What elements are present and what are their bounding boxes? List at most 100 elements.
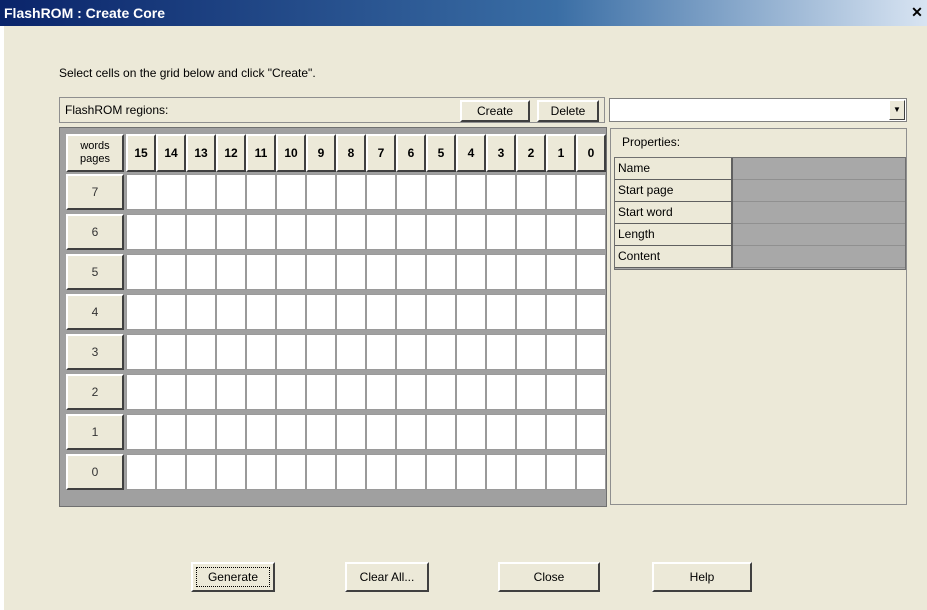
grid-cell[interactable] [426, 374, 456, 410]
property-value[interactable] [733, 158, 905, 180]
region-select[interactable]: ▼ [609, 98, 907, 122]
grid-cell[interactable] [426, 334, 456, 370]
grid-cell[interactable] [246, 454, 276, 490]
grid-cell[interactable] [576, 454, 606, 490]
grid-cell[interactable] [186, 294, 216, 330]
grid-cell[interactable] [516, 294, 546, 330]
grid-cell[interactable] [246, 294, 276, 330]
word-header-7[interactable]: 7 [366, 134, 396, 172]
property-value[interactable] [733, 202, 905, 224]
grid-cell[interactable] [276, 294, 306, 330]
page-row-button-5[interactable]: 5 [66, 254, 124, 290]
word-header-11[interactable]: 11 [246, 134, 276, 172]
grid-cell[interactable] [546, 214, 576, 250]
grid-cell[interactable] [546, 294, 576, 330]
word-header-13[interactable]: 13 [186, 134, 216, 172]
property-value[interactable] [733, 246, 905, 268]
close-button[interactable]: Close [498, 562, 600, 592]
grid-cell[interactable] [306, 374, 336, 410]
grid-cell[interactable] [336, 414, 366, 450]
grid-cell[interactable] [336, 454, 366, 490]
grid-cell[interactable] [516, 174, 546, 210]
grid-cell[interactable] [216, 334, 246, 370]
word-header-9[interactable]: 9 [306, 134, 336, 172]
grid-cell[interactable] [366, 174, 396, 210]
grid-cell[interactable] [336, 334, 366, 370]
grid-cell[interactable] [216, 214, 246, 250]
grid-cell[interactable] [456, 414, 486, 450]
grid-cell[interactable] [246, 174, 276, 210]
page-row-button-2[interactable]: 2 [66, 374, 124, 410]
property-value[interactable] [733, 224, 905, 246]
word-header-14[interactable]: 14 [156, 134, 186, 172]
grid-cell[interactable] [246, 374, 276, 410]
word-header-15[interactable]: 15 [126, 134, 156, 172]
grid-cell[interactable] [246, 414, 276, 450]
page-row-button-7[interactable]: 7 [66, 174, 124, 210]
grid-cell[interactable] [456, 294, 486, 330]
grid-cell[interactable] [306, 214, 336, 250]
grid-cell[interactable] [546, 374, 576, 410]
grid-cell[interactable] [576, 174, 606, 210]
grid-cell[interactable] [396, 214, 426, 250]
grid-cell[interactable] [366, 334, 396, 370]
grid-cell[interactable] [186, 374, 216, 410]
close-icon[interactable]: ✕ [909, 4, 925, 20]
grid-cell[interactable] [366, 414, 396, 450]
page-row-button-0[interactable]: 0 [66, 454, 124, 490]
create-button[interactable]: Create [460, 100, 530, 122]
word-header-12[interactable]: 12 [216, 134, 246, 172]
page-row-button-4[interactable]: 4 [66, 294, 124, 330]
help-button[interactable]: Help [652, 562, 752, 592]
grid-cell[interactable] [546, 254, 576, 290]
grid-cell[interactable] [516, 374, 546, 410]
grid-cell[interactable] [576, 414, 606, 450]
grid-cell[interactable] [246, 254, 276, 290]
grid-cell[interactable] [156, 294, 186, 330]
grid-cell[interactable] [126, 334, 156, 370]
grid-cell[interactable] [276, 414, 306, 450]
grid-cell[interactable] [186, 174, 216, 210]
grid-cell[interactable] [426, 454, 456, 490]
grid-cell[interactable] [456, 454, 486, 490]
grid-cell[interactable] [516, 414, 546, 450]
grid-cell[interactable] [426, 414, 456, 450]
grid-cell[interactable] [546, 414, 576, 450]
delete-button[interactable]: Delete [537, 100, 599, 122]
property-value[interactable] [733, 180, 905, 202]
grid-cell[interactable] [396, 294, 426, 330]
grid-cell[interactable] [126, 374, 156, 410]
word-header-4[interactable]: 4 [456, 134, 486, 172]
grid-cell[interactable] [186, 254, 216, 290]
grid-cell[interactable] [276, 214, 306, 250]
page-row-button-1[interactable]: 1 [66, 414, 124, 450]
grid-cell[interactable] [276, 254, 306, 290]
grid-cell[interactable] [156, 454, 186, 490]
grid-cell[interactable] [576, 374, 606, 410]
grid-cell[interactable] [186, 414, 216, 450]
grid-cell[interactable] [246, 334, 276, 370]
grid-cell[interactable] [486, 214, 516, 250]
grid-cell[interactable] [486, 254, 516, 290]
grid-cell[interactable] [426, 254, 456, 290]
grid-cell[interactable] [456, 334, 486, 370]
grid-cell[interactable] [306, 174, 336, 210]
grid-cell[interactable] [456, 374, 486, 410]
word-header-2[interactable]: 2 [516, 134, 546, 172]
page-row-button-3[interactable]: 3 [66, 334, 124, 370]
grid-cell[interactable] [216, 454, 246, 490]
grid-cell[interactable] [126, 454, 156, 490]
grid-cell[interactable] [186, 334, 216, 370]
grid-cell[interactable] [336, 374, 366, 410]
grid-cell[interactable] [396, 374, 426, 410]
grid-cell[interactable] [576, 214, 606, 250]
grid-cell[interactable] [366, 214, 396, 250]
grid-cell[interactable] [576, 254, 606, 290]
grid-cell[interactable] [336, 174, 366, 210]
grid-cell[interactable] [426, 174, 456, 210]
grid-cell[interactable] [156, 334, 186, 370]
grid-cell[interactable] [276, 334, 306, 370]
dropdown-arrow-icon[interactable]: ▼ [889, 100, 905, 120]
grid-cell[interactable] [546, 174, 576, 210]
grid-cell[interactable] [576, 334, 606, 370]
